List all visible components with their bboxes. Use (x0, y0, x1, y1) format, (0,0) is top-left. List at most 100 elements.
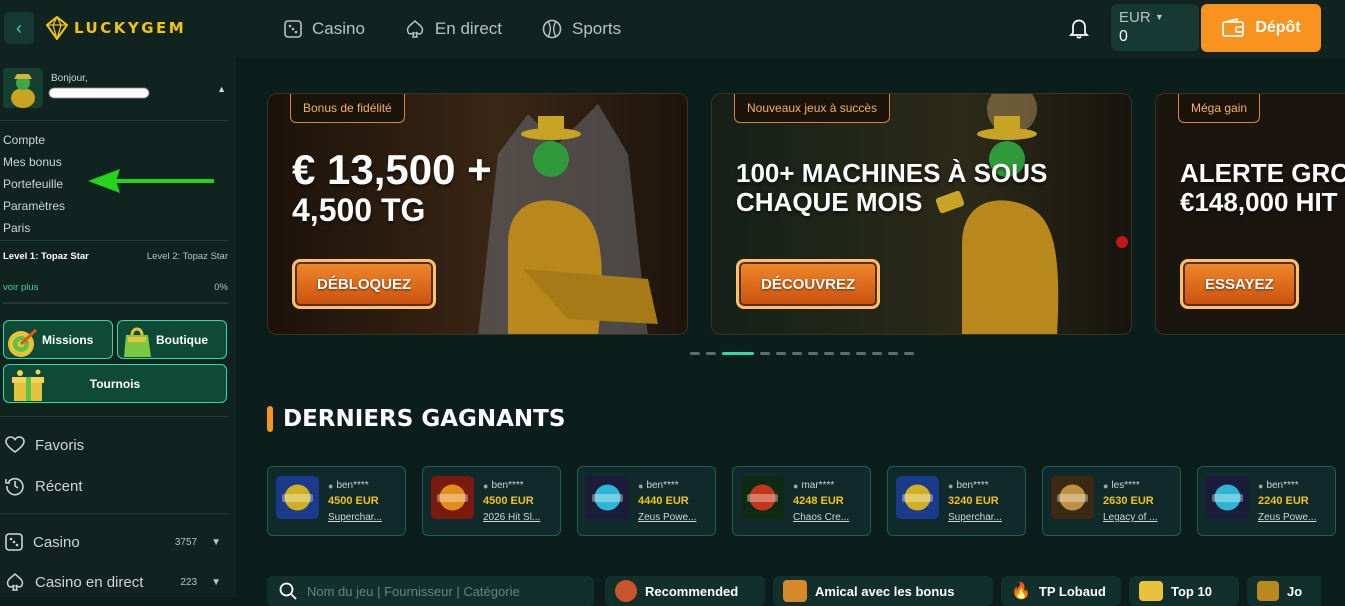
sidebar-item-casino-live[interactable]: Casino en direct 223 ▼ (5, 573, 227, 591)
caret-up-icon[interactable]: ▲ (217, 84, 226, 94)
nav-live[interactable]: En direct (405, 19, 502, 39)
banner-title-line1: € 13,500 + (292, 146, 492, 193)
top-bar: ‹ LUCKYGEM Casino En direct Sports EUR ▼… (0, 0, 1345, 58)
user-panel[interactable]: Bonjour, ▲ (3, 68, 228, 108)
banner-mega-win[interactable]: Méga gain ALERTE GRO €148,000 HIT ESSAYE… (1155, 93, 1345, 335)
bell-icon (1068, 19, 1090, 39)
carousel-dot[interactable] (722, 352, 754, 355)
menu-mes-bonus[interactable]: Mes bonus (3, 151, 65, 173)
deposit-button[interactable]: Dépôt (1201, 4, 1321, 52)
winner-username: ben**** (336, 480, 369, 491)
boutique-tile[interactable]: Boutique (117, 320, 227, 359)
balance-selector[interactable]: EUR ▼ 0 (1111, 4, 1199, 51)
chest-icon (783, 580, 807, 602)
tab-more[interactable]: Jo (1247, 576, 1321, 606)
chevron-down-icon[interactable]: ▼ (211, 537, 221, 548)
search-input[interactable] (307, 583, 587, 599)
winner-card[interactable]: ● les**** 2630 EUR Legacy of ... (1042, 466, 1181, 536)
missions-tile[interactable]: Missions (3, 320, 113, 359)
winner-card[interactable]: ● mar**** 4248 EUR Chaos Cre... (732, 466, 871, 536)
carousel-dot[interactable] (840, 352, 850, 355)
tournois-tile[interactable]: Tournois (3, 364, 227, 403)
carousel-dot[interactable] (776, 352, 786, 355)
sidebar-item-casino[interactable]: Casino 3757 ▼ (5, 533, 227, 551)
logo[interactable]: LUCKYGEM (46, 16, 186, 40)
chevron-down-icon[interactable]: ▼ (211, 577, 221, 588)
winner-game-link[interactable]: Chaos Cre... (793, 512, 869, 523)
menu-paris[interactable]: Paris (3, 217, 65, 239)
menu-portefeuille[interactable]: Portefeuille (3, 173, 65, 195)
tournois-label: Tournois (89, 376, 141, 391)
carousel-dot[interactable] (824, 352, 834, 355)
winner-username: les**** (1111, 480, 1140, 491)
main-nav: Casino En direct Sports (284, 0, 621, 58)
tab-hot[interactable]: 🔥 TP Lobaud (1001, 576, 1121, 606)
banner-new-games[interactable]: Nouveaux jeux à succès 100+ MACHINES À S… (711, 93, 1132, 335)
nav-casino[interactable]: Casino (284, 19, 365, 39)
banner-title-line1: 100+ MACHINES À SOUS (736, 158, 1048, 188)
carousel-dot[interactable] (872, 352, 882, 355)
winner-user: ● ben**** (483, 480, 524, 491)
winner-user: ● ben**** (638, 480, 679, 491)
level-current: Level 1: Topaz Star (3, 251, 89, 262)
carousel-dot[interactable] (690, 352, 700, 355)
divider (0, 120, 228, 121)
see-more-link[interactable]: voir plus (3, 282, 38, 293)
tab-recommended[interactable]: Recommended (605, 576, 765, 606)
winner-card[interactable]: ● ben**** 3240 EUR Superchar... (887, 466, 1026, 536)
nav-sports[interactable]: Sports (542, 19, 621, 39)
carousel-dot[interactable] (856, 352, 866, 355)
caret-down-icon: ▼ (1154, 12, 1164, 22)
winner-game-link[interactable]: 2026 Hit Sl... (483, 512, 559, 523)
tab-label: Amical avec les bonus (815, 583, 955, 599)
sidebar-item-favoris[interactable]: Favoris (5, 436, 227, 454)
heading-accent (267, 406, 273, 432)
game-search[interactable] (267, 576, 594, 606)
carousel-dot[interactable] (808, 352, 818, 355)
history-icon (5, 477, 24, 496)
game-thumbnail (896, 476, 939, 519)
banner-loyalty[interactable]: Bonus de fidélité € 13,500 + 4,500 TG DÉ… (267, 93, 688, 335)
username-redacted (49, 88, 149, 98)
winner-card[interactable]: ● ben**** 4440 EUR Zeus Powe... (577, 466, 716, 536)
winner-game-link[interactable]: Zeus Powe... (638, 512, 714, 523)
collapse-sidebar-button[interactable]: ‹ (4, 12, 34, 44)
chevron-left-icon: ‹ (16, 17, 22, 38)
menu-compte[interactable]: Compte (3, 129, 65, 151)
game-thumbnail (431, 476, 474, 519)
menu-parametres[interactable]: Paramètres (3, 195, 65, 217)
winner-game-link[interactable]: Superchar... (328, 512, 404, 523)
unlock-button[interactable]: DÉBLOQUEZ (292, 259, 437, 309)
notifications-button[interactable] (1068, 17, 1090, 44)
carousel-dot[interactable] (792, 352, 802, 355)
level-next: Level 2: Topaz Star (146, 251, 228, 262)
greeting: Bonjour, (51, 73, 88, 84)
game-thumbnail (586, 476, 629, 519)
banner-badge: Méga gain (1178, 94, 1261, 123)
banner-badge: Nouveaux jeux à succès (734, 94, 891, 123)
carousel-dot[interactable] (888, 352, 898, 355)
tab-top10[interactable]: Top 10 (1129, 576, 1239, 606)
winner-card[interactable]: ● ben**** 2240 EUR Zeus Powe... (1197, 466, 1336, 536)
carousel-dot[interactable] (706, 352, 716, 355)
winner-game-link[interactable]: Zeus Powe... (1258, 512, 1334, 523)
try-button[interactable]: ESSAYEZ (1180, 259, 1299, 309)
deposit-label: Dépôt (1255, 19, 1301, 36)
carousel-dot[interactable] (760, 352, 770, 355)
winner-username: ben**** (1266, 480, 1299, 491)
winner-card[interactable]: ● ben**** 4500 EUR 2026 Hit Sl... (422, 466, 561, 536)
winner-card[interactable]: ● ben**** 4500 EUR Superchar... (267, 466, 406, 536)
winner-username: ben**** (491, 480, 524, 491)
wallet-icon (1222, 18, 1245, 37)
casino-live-label: Casino en direct (35, 573, 144, 591)
discover-button[interactable]: DÉCOUVREZ (736, 259, 881, 309)
tab-bonus-friendly[interactable]: Amical avec les bonus (773, 576, 993, 606)
carousel-dot[interactable] (904, 352, 914, 355)
banner-title-line1: ALERTE GRO (1180, 158, 1345, 188)
sidebar-item-recent[interactable]: Récent (5, 476, 227, 496)
tab-label: Top 10 (1171, 583, 1212, 599)
winner-user: ● ben**** (328, 480, 369, 491)
favoris-label: Favoris (35, 436, 85, 454)
winner-game-link[interactable]: Superchar... (948, 512, 1024, 523)
winner-game-link[interactable]: Legacy of ... (1103, 512, 1179, 523)
